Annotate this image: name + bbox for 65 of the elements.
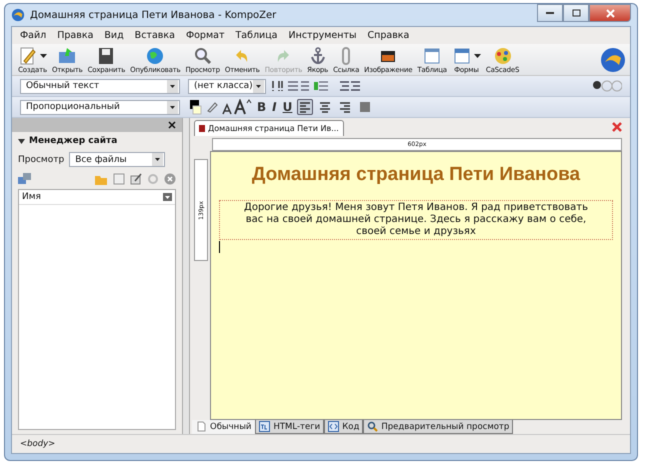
page-paragraph: Дорогие друзья! Меня зовут Петя Иванов. Я рад приветствовать вас на своей домашней странице. Здесь я расскажу вам о себе, своей семье и друзьях	[219, 200, 613, 240]
paragraph-format-dropdown[interactable]: Обычный текст	[20, 78, 180, 94]
column-picker-icon[interactable]	[163, 193, 172, 201]
text-style-button[interactable]: B	[256, 100, 268, 114]
sites-icon[interactable]	[18, 173, 32, 185]
menu-item[interactable]: Формат	[186, 30, 224, 41]
menu-item[interactable]: Инструменты	[288, 30, 356, 41]
close-icon	[606, 8, 614, 18]
circles-icon[interactable]	[592, 79, 622, 93]
menu-item[interactable]: Правка	[57, 30, 94, 41]
align-icon	[359, 101, 372, 113]
menu-item[interactable]: Вставка	[134, 30, 175, 41]
page-heading: Домашняя страница Пети Иванова	[250, 164, 582, 186]
view-tab[interactable]: Предварительный просмотр	[363, 420, 514, 434]
close-icon[interactable]	[168, 121, 176, 129]
caret-icon	[474, 54, 481, 58]
edit-icon[interactable]	[130, 173, 142, 185]
font-size-icon[interactable]	[222, 99, 252, 115]
indent-icon[interactable]	[338, 79, 362, 93]
maximize-button[interactable]	[563, 4, 589, 22]
view-tab[interactable]: Обычный	[192, 420, 256, 434]
globe-icon	[600, 46, 626, 72]
minimize-icon	[546, 12, 554, 14]
panel-title: Менеджер сайта	[29, 136, 118, 146]
folder-icon	[57, 46, 78, 66]
triangle-icon[interactable]	[18, 138, 25, 144]
document-icon	[199, 125, 205, 132]
class-dropdown[interactable]: (нет класса)	[188, 78, 266, 94]
globe-icon	[145, 46, 166, 66]
menu-item[interactable]: Файл	[20, 30, 46, 41]
page-icon	[196, 421, 207, 432]
form-icon	[452, 46, 472, 66]
table-icon	[422, 46, 442, 66]
palette-icon	[492, 46, 513, 66]
status-text: <body>	[20, 439, 56, 449]
magnifier-icon	[367, 421, 378, 432]
window-title: Домашняя страница Пети Иванова - KompoZer	[30, 10, 276, 20]
align-icon	[339, 101, 352, 113]
view-tab[interactable]: Код	[324, 420, 364, 434]
font-dropdown[interactable]: Пропорциональный	[20, 100, 180, 114]
view-dropdown[interactable]: Все файлы	[69, 152, 166, 167]
maximize-icon	[572, 9, 580, 17]
document-tab[interactable]: Домашняя страница Пети Ив...	[194, 120, 344, 136]
stop-icon[interactable]	[164, 173, 176, 185]
align-icon	[319, 101, 332, 113]
menu-item[interactable]: Справка	[368, 30, 410, 41]
close-button[interactable]	[589, 4, 631, 22]
menu-item[interactable]: Таблица	[235, 30, 278, 41]
magnifier-icon	[192, 46, 213, 66]
code-icon	[328, 421, 340, 432]
minimize-button[interactable]	[537, 4, 563, 22]
menu-item[interactable]: Вид	[104, 30, 124, 41]
align-button[interactable]	[297, 99, 314, 115]
tag-icon	[259, 421, 270, 432]
eraser-icon[interactable]	[206, 100, 218, 114]
text-style-button[interactable]: U	[282, 100, 294, 114]
align-icon	[299, 101, 312, 113]
globe-icon	[11, 8, 25, 22]
view-label: Просмотр	[18, 154, 64, 164]
text-color-icon[interactable]	[188, 99, 202, 115]
caret-icon	[40, 54, 47, 58]
column-header[interactable]: Имя	[22, 192, 41, 202]
text-style-button[interactable]: I	[271, 100, 278, 114]
view-tab[interactable]: HTML-теги	[255, 420, 324, 434]
pencil-icon	[18, 46, 38, 66]
